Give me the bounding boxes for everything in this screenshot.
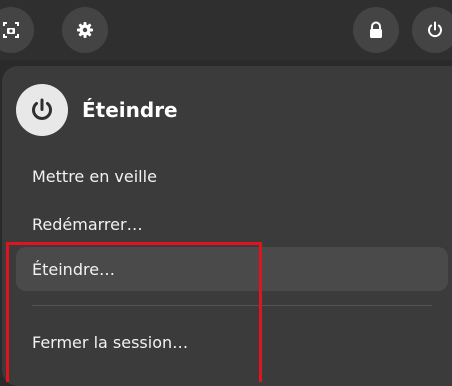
lock-icon bbox=[370, 21, 382, 38]
power-menu-header: Éteindre bbox=[16, 84, 178, 136]
lock-button[interactable] bbox=[353, 7, 399, 53]
settings-button[interactable] bbox=[62, 7, 108, 53]
gear-icon bbox=[77, 22, 93, 38]
screenshot-button[interactable] bbox=[0, 7, 34, 53]
power-menu-button[interactable] bbox=[412, 7, 452, 53]
menu-item-restart[interactable]: Redémarrer… bbox=[16, 202, 448, 246]
power-menu-title: Éteindre bbox=[82, 98, 178, 122]
screenshot-icon bbox=[3, 22, 19, 38]
annotation-highlight-box bbox=[6, 242, 262, 382]
menu-item-label: Redémarrer… bbox=[32, 214, 143, 234]
menu-item-suspend[interactable]: Mettre en veille bbox=[16, 154, 448, 198]
power-icon bbox=[32, 98, 52, 120]
top-bar bbox=[0, 0, 452, 60]
power-icon bbox=[428, 21, 442, 38]
power-header-icon-circle bbox=[16, 84, 68, 136]
menu-item-label: Mettre en veille bbox=[32, 166, 157, 186]
